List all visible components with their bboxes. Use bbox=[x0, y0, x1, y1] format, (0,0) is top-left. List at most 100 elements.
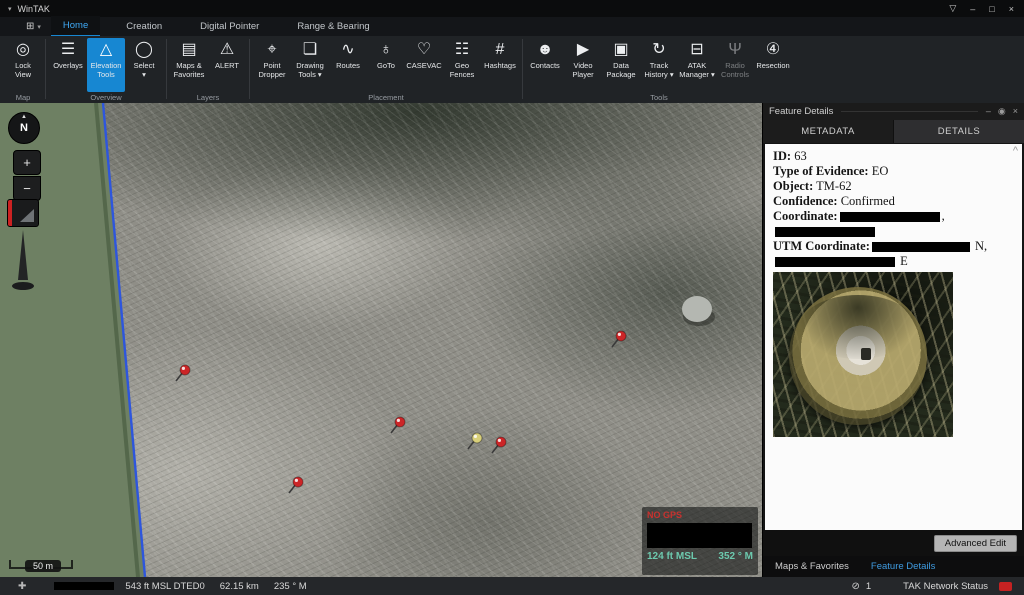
map-view[interactable]: ▲ N + − 50 m NO GPS 124 ft MSL 352 ° M bbox=[0, 103, 762, 577]
tab-creation[interactable]: Creation bbox=[114, 17, 174, 36]
data-package-icon: ▣ bbox=[613, 40, 628, 62]
panel-close-icon[interactable]: × bbox=[1013, 106, 1018, 117]
minimize-button[interactable]: – bbox=[970, 4, 975, 14]
close-button[interactable]: × bbox=[1009, 4, 1014, 14]
ribbon-item-goto[interactable]: ♁GoTo bbox=[367, 38, 405, 92]
ribbon-item-lock-view[interactable]: ◎Lock View bbox=[4, 38, 42, 92]
video-player-icon: ▶ bbox=[577, 40, 589, 62]
ribbon-group-label: Layers bbox=[197, 92, 220, 103]
ribbon-item-resection[interactable]: ④Resection bbox=[754, 38, 792, 92]
feature-details-panel: Feature Details – ◉ × METADATADETAILS ^ … bbox=[762, 103, 1024, 577]
ribbon-item-elevation-tools[interactable]: △Elevation Tools bbox=[87, 38, 125, 92]
zoom-in-button[interactable]: + bbox=[13, 150, 41, 175]
ribbon-item-label: Routes bbox=[336, 62, 360, 71]
ribbon-item-label: Select ▾ bbox=[134, 62, 155, 79]
ribbon-toolbar: ◎Lock ViewMap ☰Overlays△Elevation Tools◯S… bbox=[0, 36, 1024, 103]
panel-tab-details[interactable]: DETAILS bbox=[894, 120, 1024, 143]
ribbon-item-alert[interactable]: ⚠ALERT bbox=[208, 38, 246, 92]
ribbon-item-track-history[interactable]: ↻Track History ▾ bbox=[640, 38, 678, 92]
map-pin-4[interactable] bbox=[468, 433, 482, 449]
scroll-up-arrow[interactable]: ^ bbox=[1013, 145, 1018, 157]
detail-field-line: Coordinate:, bbox=[773, 209, 1022, 224]
pointer-base bbox=[12, 282, 34, 290]
window-title: WinTAK bbox=[18, 4, 50, 14]
bottom-tab-maps-favorites[interactable]: Maps & Favorites bbox=[771, 559, 853, 574]
tilt-triangle-icon bbox=[20, 209, 34, 222]
maximize-button[interactable]: □ bbox=[989, 4, 994, 14]
ribbon-item-point-dropper[interactable]: ⌖Point Dropper bbox=[253, 38, 291, 92]
compass-widget[interactable]: ▲ N bbox=[8, 112, 40, 144]
detail-field-line bbox=[773, 224, 1022, 239]
ribbon-item-label: ALERT bbox=[215, 62, 239, 71]
detail-field-line: E bbox=[773, 254, 1022, 269]
field-label: Coordinate: bbox=[773, 209, 838, 223]
map-pin-3[interactable] bbox=[391, 417, 405, 433]
detail-field-line: Confidence: Confirmed bbox=[773, 194, 1022, 209]
app-menu-icon[interactable]: ▾ bbox=[8, 5, 12, 13]
ribbon-item-atak-manager[interactable]: ⊟ATAK Manager ▾ bbox=[678, 38, 716, 92]
panel-title: Feature Details bbox=[769, 106, 833, 117]
menu-tab-row: ⊞ ▾ Home Creation Digital Pointer Range & B… bbox=[0, 17, 1024, 36]
ribbon-group-label: Overview bbox=[90, 92, 121, 103]
ribbon-item-overlays[interactable]: ☰Overlays bbox=[49, 38, 87, 92]
ribbon-item-label: Track History ▾ bbox=[644, 62, 673, 79]
compass-label: N bbox=[20, 122, 28, 134]
ribbon-item-radio-controls[interactable]: ΨRadio Controls bbox=[716, 38, 754, 92]
ribbon-item-geo-fences[interactable]: ☷Geo Fences bbox=[443, 38, 481, 92]
ribbon-item-hashtags[interactable]: #Hashtags bbox=[481, 38, 519, 92]
panel-drag-handle[interactable] bbox=[841, 111, 977, 112]
ribbon-item-drawing-tools[interactable]: ❏Drawing Tools ▾ bbox=[291, 38, 329, 92]
ribbon-item-maps-favorites[interactable]: ▤Maps & Favorites bbox=[170, 38, 208, 92]
ribbon-item-contacts[interactable]: ☻Contacts bbox=[526, 38, 564, 92]
map-pin-6[interactable] bbox=[289, 477, 303, 493]
panel-minimize-icon[interactable]: – bbox=[986, 106, 991, 117]
menu-grid-icon[interactable]: ⊞ ▾ bbox=[26, 21, 41, 32]
ribbon-item-label: Contacts bbox=[530, 62, 560, 71]
ribbon-item-routes[interactable]: ∿Routes bbox=[329, 38, 367, 92]
hashtags-icon: # bbox=[496, 40, 505, 62]
ribbon-item-label: ATAK Manager ▾ bbox=[679, 62, 714, 79]
map-pointer-tool[interactable] bbox=[12, 230, 34, 292]
status-altitude: 543 ft MSL DTED0 bbox=[125, 581, 204, 592]
pending-count-icon[interactable]: ⊘ bbox=[851, 581, 859, 592]
ribbon-item-label: Point Dropper bbox=[258, 62, 285, 79]
ribbon-item-casevac[interactable]: ♡CASEVAC bbox=[405, 38, 443, 92]
ribbon-group-label: Map bbox=[16, 92, 31, 103]
filter-icon[interactable]: ▽ bbox=[949, 3, 956, 14]
field-value: E bbox=[897, 254, 908, 268]
detail-field-line: Type of Evidence: EO bbox=[773, 164, 1022, 179]
map-pin-1[interactable] bbox=[612, 331, 626, 347]
zoom-out-button[interactable]: − bbox=[13, 176, 41, 201]
network-status-label[interactable]: TAK Network Status bbox=[903, 581, 988, 592]
bottom-tab-feature-details[interactable]: Feature Details bbox=[867, 559, 939, 574]
ribbon-item-label: Data Package bbox=[606, 62, 635, 79]
tab-home[interactable]: Home bbox=[51, 16, 100, 37]
field-label: Confidence: bbox=[773, 194, 838, 208]
map-pin-5[interactable] bbox=[492, 437, 506, 453]
panel-tab-metadata[interactable]: METADATA bbox=[763, 120, 893, 143]
map-pin-2[interactable] bbox=[176, 365, 190, 381]
self-elevation: 124 ft MSL bbox=[647, 551, 697, 562]
wintak-window: ▾ WinTAK ▽ – □ × ⊞ ▾ Home Creation Digital… bbox=[0, 0, 1024, 595]
ribbon-group-placement: ⌖Point Dropper❏Drawing Tools ▾∿Routes♁Go… bbox=[251, 36, 521, 103]
ribbon-item-label: Overlays bbox=[53, 62, 83, 71]
tilt-indicator[interactable] bbox=[7, 199, 39, 227]
evidence-photo bbox=[773, 272, 953, 437]
tab-range-bearing[interactable]: Range & Bearing bbox=[285, 17, 381, 36]
ribbon-item-video-player[interactable]: ▶Video Player bbox=[564, 38, 602, 92]
tilt-red-stripe bbox=[8, 200, 12, 226]
field-label: Object: bbox=[773, 179, 813, 193]
chevron-down-icon: ▾ bbox=[37, 23, 41, 31]
tab-digital-pointer[interactable]: Digital Pointer bbox=[188, 17, 271, 36]
field-label: UTM Coordinate: bbox=[773, 239, 870, 253]
ribbon-item-label: Geo Fences bbox=[450, 62, 475, 79]
ribbon-item-data-package[interactable]: ▣Data Package bbox=[602, 38, 640, 92]
ribbon-item-label: Video Player bbox=[572, 62, 593, 79]
ribbon-item-label: Elevation Tools bbox=[91, 62, 122, 79]
advanced-edit-button[interactable]: Advanced Edit bbox=[934, 535, 1017, 552]
alert-icon: ⚠ bbox=[220, 40, 234, 62]
field-value: TM-62 bbox=[813, 179, 851, 193]
panel-pin-icon[interactable]: ◉ bbox=[998, 106, 1006, 117]
title-bar: ▾ WinTAK ▽ – □ × bbox=[0, 0, 1024, 17]
ribbon-item-select[interactable]: ◯Select ▾ bbox=[125, 38, 163, 92]
